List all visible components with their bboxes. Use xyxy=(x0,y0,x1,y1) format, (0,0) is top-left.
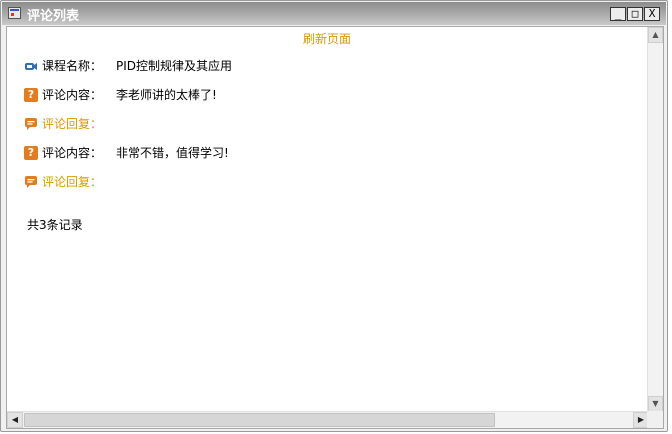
comment-reply-row: 评论回复： xyxy=(24,114,102,132)
app-icon[interactable] xyxy=(8,7,21,19)
scroll-down-arrow-icon[interactable]: ▼ xyxy=(648,396,663,412)
chat-bubble-icon xyxy=(25,175,37,188)
refresh-page-link[interactable]: 刷新页面 xyxy=(303,30,351,47)
minimize-button[interactable]: _ xyxy=(610,7,626,21)
comment-content-label: 评论内容： xyxy=(42,145,103,160)
scrollbar-corner xyxy=(647,411,663,428)
vertical-scrollbar[interactable]: ▲ ▼ xyxy=(647,27,663,412)
scroll-up-arrow-icon[interactable]: ▲ xyxy=(648,27,663,43)
scroll-left-arrow-icon[interactable]: ◀ xyxy=(7,412,23,428)
comment-reply-label: 评论回复： xyxy=(42,174,103,189)
chat-bubble-icon xyxy=(25,117,37,130)
video-camera-icon xyxy=(25,62,37,70)
comment-content-row: ? 评论内容： 非常不错，值得学习! xyxy=(24,143,229,161)
window-title: 评论列表 xyxy=(27,9,80,24)
course-name-label: 课程名称： xyxy=(42,58,103,73)
horizontal-scroll-thumb[interactable] xyxy=(24,413,495,427)
comment-content-value: 李老师讲的太棒了! xyxy=(116,87,217,102)
comment-list-window: 评论列表 _ □ X 刷新页面 课程名称： PID控制规律及其应用 ? 评论内容： 李… xyxy=(0,0,668,432)
record-count: 共3条记录 xyxy=(27,218,83,232)
title-bar[interactable]: 评论列表 _ □ X xyxy=(2,2,666,25)
comment-content-row: ? 评论内容： 李老师讲的太棒了! xyxy=(24,85,217,103)
comment-content-label: 评论内容： xyxy=(42,87,103,102)
question-icon: ? xyxy=(24,87,38,102)
comment-content-value: 非常不错，值得学习! xyxy=(116,145,229,160)
window-edge xyxy=(668,0,672,434)
maximize-button[interactable]: □ xyxy=(627,7,643,21)
course-name-value: PID控制规律及其应用 xyxy=(116,58,233,73)
close-button[interactable]: X xyxy=(644,7,660,21)
horizontal-scrollbar[interactable]: ◀ ▶ xyxy=(7,411,649,428)
course-name-row: 课程名称： PID控制规律及其应用 xyxy=(24,56,232,74)
content-area: 刷新页面 课程名称： PID控制规律及其应用 ? 评论内容： 李老师讲的太棒了! 评论… xyxy=(6,26,664,429)
question-icon: ? xyxy=(24,145,38,160)
comment-reply-label: 评论回复： xyxy=(42,116,103,131)
comment-reply-row: 评论回复： xyxy=(24,172,102,190)
